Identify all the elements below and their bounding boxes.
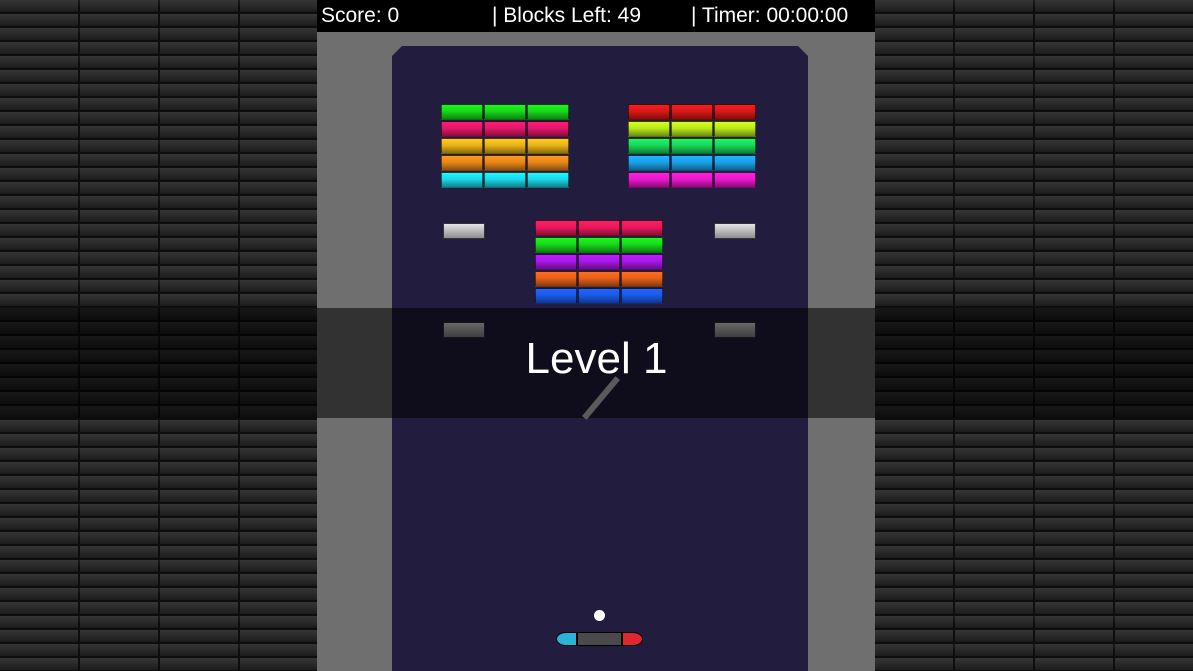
brick <box>527 138 569 154</box>
brick <box>628 121 670 137</box>
brick <box>578 271 620 287</box>
brick <box>484 104 526 120</box>
paddle-right-cap <box>622 632 643 646</box>
paddle-body <box>577 632 622 646</box>
steel-brick <box>714 223 756 239</box>
brick <box>484 121 526 137</box>
level-title: Level 1 <box>525 334 668 383</box>
brick <box>621 288 663 304</box>
brick <box>441 172 483 188</box>
brick <box>441 155 483 171</box>
brick <box>484 172 526 188</box>
brick <box>535 220 577 236</box>
brick <box>628 138 670 154</box>
brick <box>671 121 713 137</box>
score-display: Score: 0 <box>321 4 400 27</box>
brick <box>441 138 483 154</box>
brick <box>628 172 670 188</box>
brick <box>671 172 713 188</box>
brick <box>621 220 663 236</box>
brick <box>714 104 756 120</box>
brick <box>578 237 620 253</box>
ball <box>594 610 605 621</box>
steel-brick <box>443 223 485 239</box>
brick <box>671 155 713 171</box>
brick <box>621 237 663 253</box>
hud-bar: Score: 0 | Blocks Left: 49 | Timer: 00:0… <box>317 0 875 32</box>
brick <box>714 155 756 171</box>
brick <box>535 271 577 287</box>
paddle-left-cap <box>556 632 577 646</box>
brick <box>535 254 577 270</box>
brick <box>527 104 569 120</box>
brick <box>621 254 663 270</box>
brick <box>484 155 526 171</box>
brick <box>628 104 670 120</box>
blocks-left-display: | Blocks Left: 49 <box>492 4 642 27</box>
brick <box>441 104 483 120</box>
brick <box>714 138 756 154</box>
brick <box>578 220 620 236</box>
brick <box>628 155 670 171</box>
brick <box>671 104 713 120</box>
brick <box>441 121 483 137</box>
brick <box>671 138 713 154</box>
brick <box>714 121 756 137</box>
brick <box>714 172 756 188</box>
brick <box>527 121 569 137</box>
brick <box>484 138 526 154</box>
paddle[interactable] <box>556 632 643 646</box>
brick <box>535 288 577 304</box>
brick <box>578 254 620 270</box>
brick <box>578 288 620 304</box>
brick <box>527 155 569 171</box>
timer-display: | Timer: 00:00:00 <box>691 4 849 27</box>
brick <box>527 172 569 188</box>
brick <box>535 237 577 253</box>
brick <box>621 271 663 287</box>
